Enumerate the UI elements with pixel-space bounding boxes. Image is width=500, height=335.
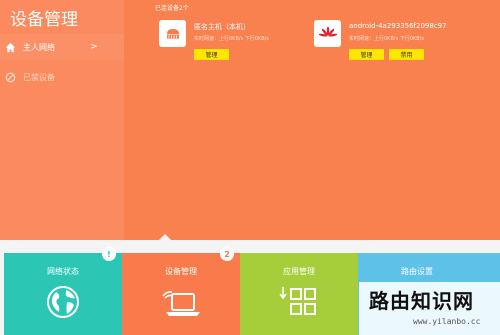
- sidebar-item-owner-network[interactable]: 主人网络 >: [0, 34, 124, 60]
- tile-label: 路由设置: [401, 267, 433, 276]
- tile-app-management[interactable]: 应用管理: [240, 253, 358, 335]
- tile-label: 应用管理: [283, 267, 315, 276]
- laptop-wifi-icon: [122, 285, 240, 319]
- sidebar-item-label: 已禁设备: [23, 72, 55, 82]
- device-list-panel: 已连设备2个 匿名主机（本机） 实时网速：上行0KB/s 下行0KB/s 管理: [124, 0, 500, 240]
- chevron-right-icon: >: [90, 42, 98, 52]
- device-speed: 实时网速：上行0KB/s 下行0KB/s: [194, 36, 269, 42]
- globe-icon: [4, 285, 122, 319]
- device-name: 匿名主机（本机）: [194, 23, 250, 31]
- device-speed: 实时网速：上行0KB/s 下行0KB/s: [349, 36, 424, 42]
- top-area: 设备管理 主人网络 > 已禁设备 已连设备2个 匿名主机（本机） 实时网速：上行…: [0, 0, 500, 240]
- block-icon: [4, 71, 16, 83]
- tile-label: 网络状态: [47, 267, 79, 276]
- count-badge: 2: [220, 247, 234, 261]
- tile-device-management[interactable]: 2 设备管理: [122, 247, 240, 335]
- block-button[interactable]: 禁用: [389, 49, 424, 60]
- device-card: android-4a293356f2098c97 实时网速：上行0KB/s 下行…: [314, 18, 500, 64]
- sidebar-item-blocked-devices[interactable]: 已禁设备: [0, 64, 124, 90]
- device-name: android-4a293356f2098c97: [349, 22, 447, 30]
- page-title: 设备管理: [10, 10, 78, 30]
- sidebar: 设备管理 主人网络 > 已禁设备: [0, 0, 124, 240]
- manage-button[interactable]: 管理: [194, 49, 229, 60]
- home-icon: [4, 41, 16, 53]
- sidebar-item-label: 主人网络: [23, 42, 55, 52]
- watermark: 路由知识网 www.yilanbo.cc: [359, 282, 500, 335]
- tile-label: 设备管理: [165, 267, 197, 276]
- huawei-logo-icon: [314, 20, 341, 47]
- device-card: 匿名主机（本机） 实时网速：上行0KB/s 下行0KB/s 管理: [159, 18, 309, 64]
- alert-badge: !: [102, 247, 116, 261]
- watermark-title: 路由知识网: [369, 289, 474, 313]
- watermark-url: www.yilanbo.cc: [413, 317, 481, 326]
- connected-count: 已连设备2个: [155, 5, 189, 12]
- manage-button[interactable]: 管理: [349, 49, 384, 60]
- host-computer-icon: [159, 20, 186, 47]
- tile-network-status[interactable]: ! 网络状态: [4, 247, 122, 335]
- apps-grid-icon: [240, 285, 358, 319]
